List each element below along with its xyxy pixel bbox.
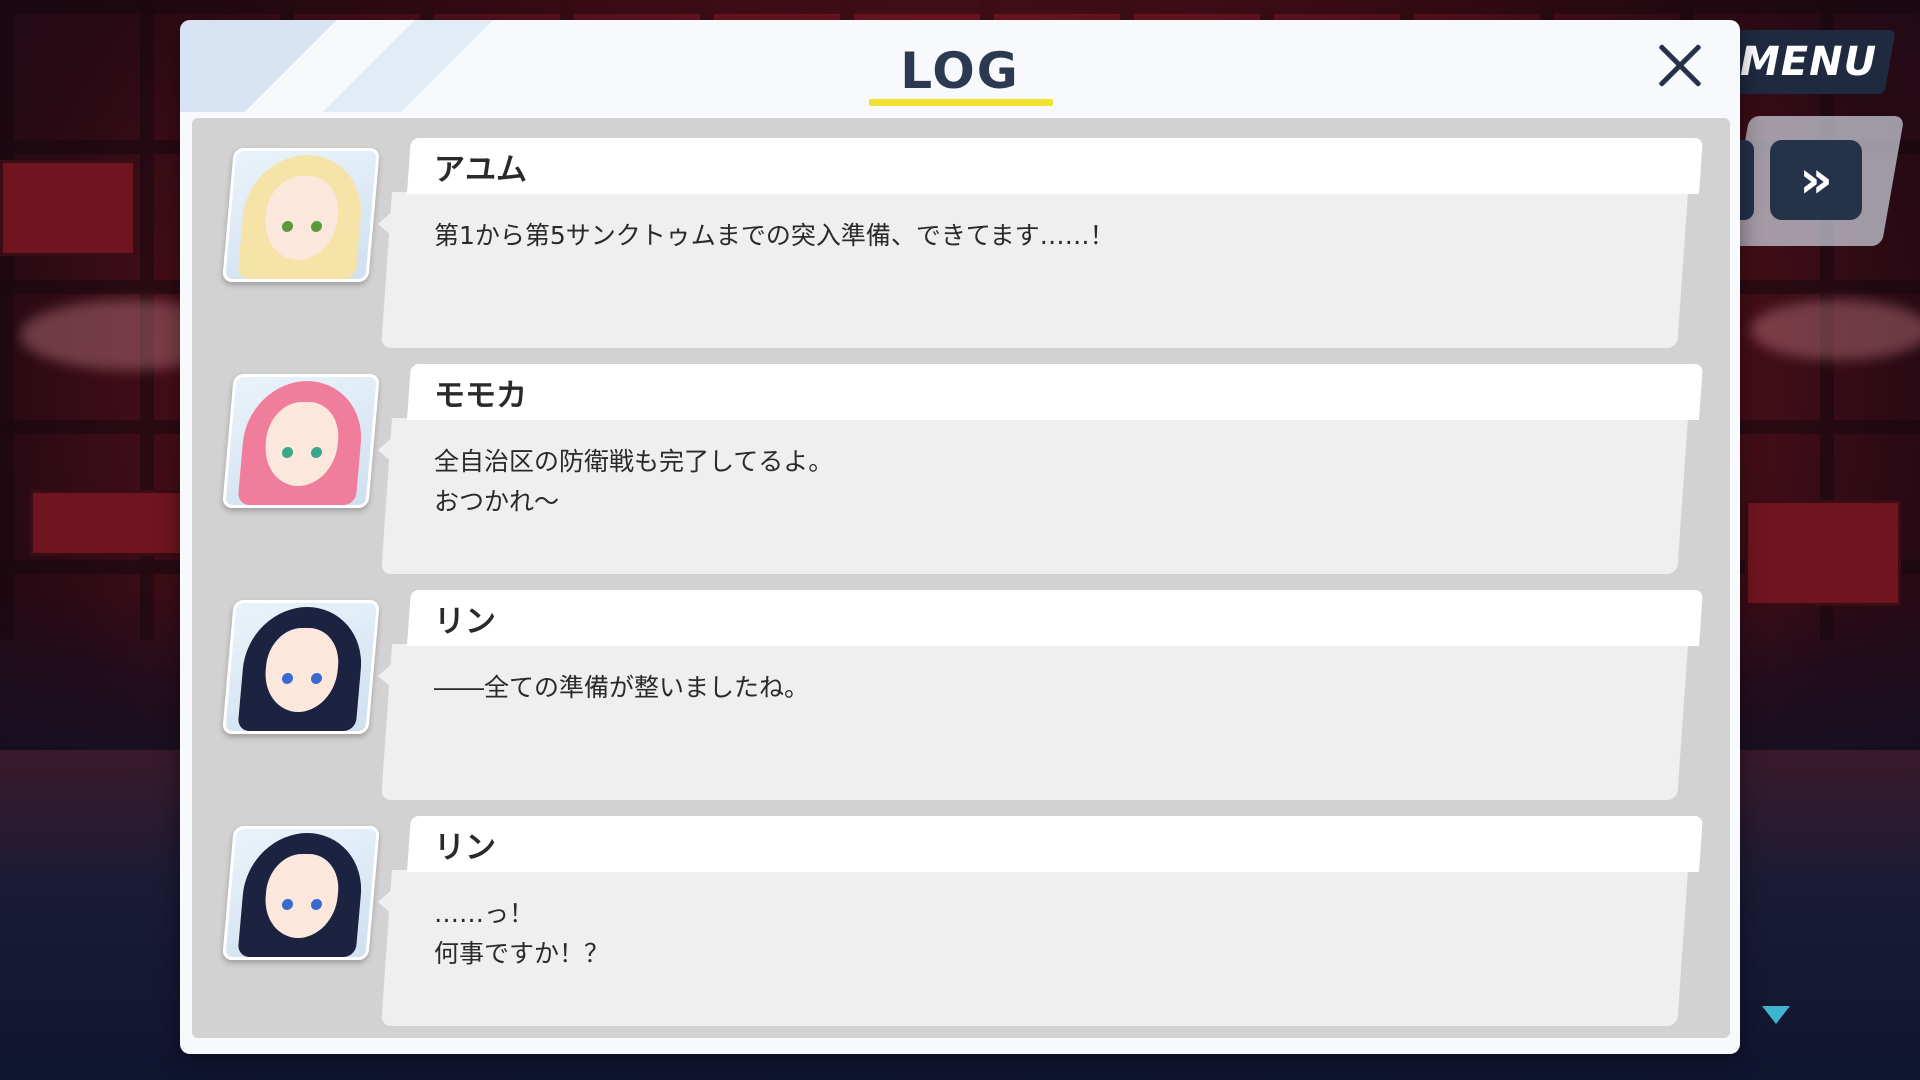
- speaker-name: アユム: [434, 152, 527, 188]
- dialog-title: LOG: [900, 42, 1020, 100]
- message-line: おつかれ～: [434, 487, 560, 516]
- message-line: 第1から第5サンクトゥムまでの突入準備、できてます……！: [434, 221, 1115, 250]
- avatar-rin: [222, 826, 380, 960]
- log-entry: モモカ 全自治区の防衛戦も完了してるよ。 おつかれ～: [192, 364, 1730, 574]
- avatar-momoka: [222, 374, 380, 508]
- log-dialog: LOG アユム 第1から第5サンクトゥムまでの突入準備、できてます……！ モモカ…: [180, 20, 1740, 1054]
- triangle-down-icon: [1762, 1006, 1790, 1024]
- message-line: ……っ！: [434, 899, 535, 928]
- avatar-eyes: [282, 447, 323, 457]
- speaker-name: モモカ: [434, 378, 527, 414]
- log-entry: アユム 第1から第5サンクトゥムまでの突入準備、できてます……！: [192, 138, 1730, 348]
- speaker-name: リン: [434, 604, 496, 640]
- log-list[interactable]: アユム 第1から第5サンクトゥムまでの突入準備、できてます……！ モモカ 全自治…: [192, 118, 1730, 1038]
- speaker-bar: [407, 816, 1703, 872]
- avatar-eyes: [282, 221, 323, 231]
- log-entry: リン ――全ての準備が整いましたね。: [192, 590, 1730, 800]
- skip-symbol: »: [1799, 150, 1833, 210]
- console-screen: [30, 490, 186, 556]
- log-entry: リン ……っ！ 何事ですか！？: [192, 816, 1730, 1026]
- speaker-bar: [407, 364, 1703, 420]
- speaker-bar: [407, 590, 1703, 646]
- close-icon[interactable]: [1648, 34, 1712, 98]
- avatar-eyes: [282, 673, 323, 683]
- menu-button[interactable]: MENU: [1722, 30, 1896, 94]
- fast-forward-icon[interactable]: »: [1770, 140, 1862, 220]
- message-line: 全自治区の防衛戦も完了してるよ。: [434, 447, 834, 476]
- console-screen: [0, 160, 136, 256]
- message-line: 何事ですか！？: [434, 939, 610, 968]
- avatar-ayumu: [222, 148, 380, 282]
- message-line: ――全ての準備が整いましたね。: [434, 673, 810, 702]
- speaker-bar: [407, 138, 1703, 194]
- title-underline: [869, 99, 1053, 106]
- avatar-rin: [222, 600, 380, 734]
- cloud: [1750, 300, 1920, 360]
- menu-label: MENU: [1740, 39, 1878, 85]
- avatar-eyes: [282, 899, 323, 909]
- console-screen: [1745, 500, 1901, 606]
- speaker-name: リン: [434, 830, 496, 866]
